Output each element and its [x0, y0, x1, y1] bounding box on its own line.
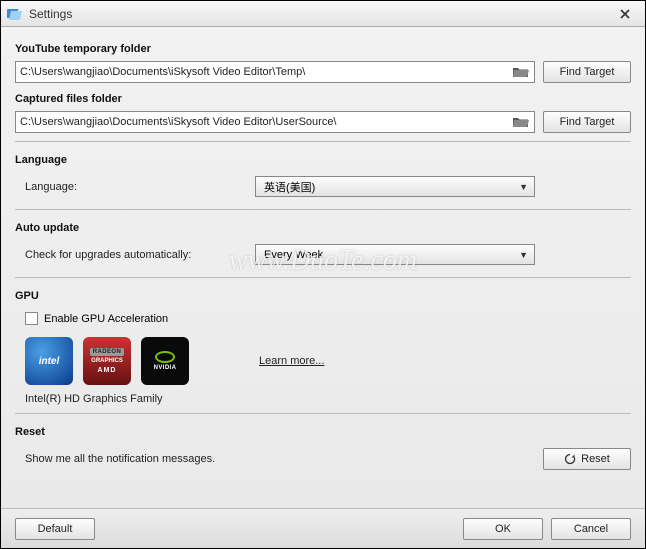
app-icon: [7, 6, 23, 22]
reset-button-label: Reset: [581, 453, 610, 465]
language-heading: Language: [15, 154, 631, 166]
chevron-down-icon: ▼: [519, 182, 528, 192]
language-value: 英语(美国): [264, 179, 315, 195]
divider: [15, 413, 631, 414]
youtube-folder-path: C:\Users\wangjiao\Documents\iSkysoft Vid…: [20, 66, 512, 78]
autoupdate-heading: Auto update: [15, 222, 631, 234]
autoupdate-value: Every Week: [264, 249, 323, 261]
captured-folder-label: Captured files folder: [15, 93, 631, 105]
divider: [15, 141, 631, 142]
window-title: Settings: [29, 7, 605, 21]
reset-heading: Reset: [15, 426, 631, 438]
reset-button[interactable]: Reset: [543, 448, 631, 470]
gpu-heading: GPU: [15, 290, 631, 302]
autoupdate-select[interactable]: Every Week ▼: [255, 244, 535, 265]
language-select[interactable]: 英语(美国) ▼: [255, 176, 535, 197]
content-area: YouTube temporary folder C:\Users\wangji…: [1, 27, 645, 508]
youtube-find-target-button[interactable]: Find Target: [543, 61, 631, 83]
amd-radeon-logo: RADEON GRAPHICS AMD: [83, 337, 131, 385]
gpu-device-name: Intel(R) HD Graphics Family: [25, 393, 631, 405]
language-label: Language:: [25, 181, 255, 193]
ok-button[interactable]: OK: [463, 518, 543, 540]
footer: Default OK Cancel: [1, 508, 645, 548]
captured-find-target-button[interactable]: Find Target: [543, 111, 631, 133]
divider: [15, 209, 631, 210]
chevron-down-icon: ▼: [519, 250, 528, 260]
youtube-folder-label: YouTube temporary folder: [15, 43, 631, 55]
nvidia-logo: NVIDIA: [141, 337, 189, 385]
gpu-learn-more-link[interactable]: Learn more...: [259, 355, 324, 367]
title-bar: Settings: [1, 1, 645, 27]
gpu-accel-checkbox[interactable]: [25, 312, 38, 325]
youtube-folder-input[interactable]: C:\Users\wangjiao\Documents\iSkysoft Vid…: [15, 61, 535, 83]
cancel-button[interactable]: Cancel: [551, 518, 631, 540]
intel-logo: intel: [25, 337, 73, 385]
close-button[interactable]: [611, 5, 639, 23]
captured-folder-path: C:\Users\wangjiao\Documents\iSkysoft Vid…: [20, 116, 512, 128]
default-button[interactable]: Default: [15, 518, 95, 540]
folder-icon[interactable]: [512, 65, 530, 79]
autoupdate-label: Check for upgrades automatically:: [25, 249, 255, 261]
gpu-accel-label: Enable GPU Acceleration: [44, 313, 168, 325]
captured-folder-input[interactable]: C:\Users\wangjiao\Documents\iSkysoft Vid…: [15, 111, 535, 133]
divider: [15, 277, 631, 278]
folder-icon[interactable]: [512, 115, 530, 129]
refresh-icon: [564, 453, 576, 465]
reset-message: Show me all the notification messages.: [25, 453, 543, 465]
